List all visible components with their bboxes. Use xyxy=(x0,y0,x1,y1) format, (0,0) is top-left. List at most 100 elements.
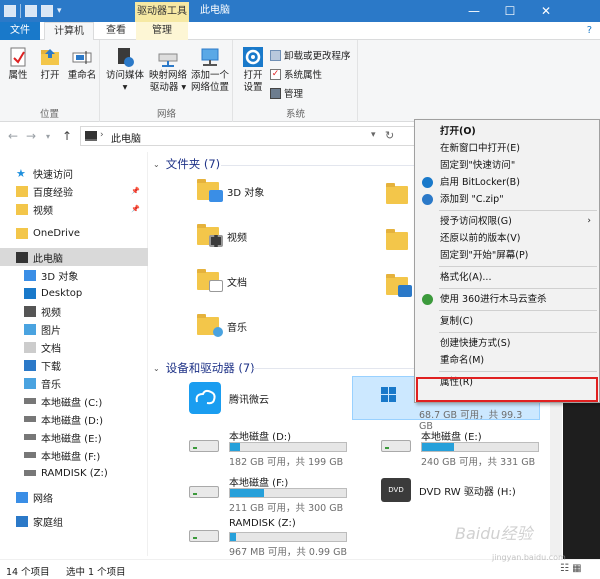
open-settings-button[interactable]: 打开 设置 xyxy=(238,46,268,94)
context-menu-item[interactable]: 固定到"快速访问" xyxy=(415,157,599,174)
drive-item-d[interactable]: 本地磁盘 (D:) 182 GB 可用，共 199 GB xyxy=(189,428,399,468)
uninstall-icon xyxy=(270,49,281,61)
context-menu-item[interactable]: 重命名(M) xyxy=(415,352,599,369)
add-network-location-button[interactable]: 添加一个 网络位置 xyxy=(189,46,231,94)
view-toggle-icons[interactable]: ☷ ▦ xyxy=(560,563,594,577)
sidebar-item[interactable]: ★ 快速访问 xyxy=(0,164,148,182)
sidebar-item[interactable]: 家庭组 xyxy=(0,512,148,530)
sidebar-item[interactable]: 百度经验 📌 xyxy=(0,182,148,200)
desktop-folder-icon[interactable] xyxy=(386,183,408,204)
sidebar-item-label: 百度经验 xyxy=(33,187,73,199)
sidebar-item-label: 图片 xyxy=(41,325,61,337)
minimize-button[interactable]: — xyxy=(456,0,492,22)
sidebar-item[interactable]: RAMDISK (Z:) xyxy=(0,464,148,482)
breadcrumb[interactable]: 此电脑 xyxy=(111,130,141,145)
sidebar-item[interactable]: 此电脑 xyxy=(0,248,148,266)
pictures-folder-icon[interactable] xyxy=(386,229,408,250)
folders-section-header[interactable]: ⌄ 文件夹 (7) xyxy=(153,156,220,172)
sidebar-item[interactable]: 图片 xyxy=(0,320,148,338)
tencent-weiyun-label: 腾讯微云 xyxy=(229,394,269,406)
close-button[interactable]: ✕ xyxy=(528,0,564,22)
devices-section-header[interactable]: ⌄ 设备和驱动器 (7) xyxy=(153,360,255,376)
sidebar-item[interactable]: 网络 xyxy=(0,488,148,506)
context-menu-item[interactable]: 添加到 "C.zip" xyxy=(415,191,599,208)
up-arrow-icon[interactable]: ↑ xyxy=(62,129,72,143)
access-media-button[interactable]: 访问媒体 ▾ xyxy=(105,46,145,94)
sidebar-item[interactable]: 3D 对象 xyxy=(0,266,148,284)
system-properties-button[interactable]: ✓ 系统属性 xyxy=(270,67,322,81)
tab-manage[interactable]: 管理 xyxy=(136,22,188,40)
tab-file[interactable]: 文件 xyxy=(0,22,40,40)
context-menu-item[interactable]: 复制(C) xyxy=(415,313,599,330)
downloads-folder-icon[interactable] xyxy=(386,274,412,297)
sidebar-item[interactable]: 本地磁盘 (E:) xyxy=(0,428,148,446)
forward-arrow-icon[interactable]: → xyxy=(26,129,36,143)
address-dropdown-icon[interactable]: ▾ xyxy=(371,130,376,140)
tab-computer[interactable]: 计算机 xyxy=(44,22,94,41)
menu-separator xyxy=(439,210,597,211)
new-folder-quick-icon[interactable] xyxy=(25,5,37,17)
sidebar-item[interactable]: 视频 📌 xyxy=(0,200,148,218)
sidebar-item[interactable]: OneDrive xyxy=(0,224,148,242)
drive-usage-bar xyxy=(229,488,347,498)
drive-item-z[interactable]: RAMDISK (Z:) 967 MB 可用，共 0.99 GB xyxy=(189,518,399,558)
context-menu-item[interactable]: 格式化(A)... xyxy=(415,269,599,286)
tencent-weiyun-item[interactable]: 腾讯微云 xyxy=(189,382,269,414)
qat-dropdown-icon[interactable]: ▾ xyxy=(57,6,62,16)
rename-button[interactable]: 重命名 xyxy=(66,46,98,82)
drive-item-f[interactable]: 本地磁盘 (F:) 211 GB 可用，共 300 GB xyxy=(189,474,399,514)
folder-item-music[interactable]: 音乐 xyxy=(197,314,247,337)
map-network-drive-button[interactable]: 映射网络 驱动器 ▾ xyxy=(147,46,189,94)
properties-quick-icon[interactable] xyxy=(4,5,16,17)
breadcrumb-chevron-icon[interactable]: › xyxy=(100,130,104,140)
manage-button[interactable]: 管理 xyxy=(270,86,303,100)
documents-icon xyxy=(24,341,36,353)
sidebar-item[interactable]: 文档 xyxy=(0,338,148,356)
context-menu-item[interactable]: 启用 BitLocker(B) xyxy=(415,174,599,191)
sidebar-item[interactable]: 视频 xyxy=(0,302,148,320)
baidu-watermark-logo: Baidu经验 xyxy=(455,524,533,543)
dvd-drive-label: DVD RW 驱动器 (H:) xyxy=(419,486,516,498)
open-button[interactable]: 打开 xyxy=(36,46,64,82)
drive-free-space: 240 GB 可用，共 331 GB xyxy=(421,457,536,468)
windows-logo-icon xyxy=(381,387,396,402)
recent-locations-chevron-icon[interactable]: ▾ xyxy=(46,132,50,141)
folder-item-videos[interactable]: 视频 xyxy=(197,224,247,247)
tab-view[interactable]: 查看 xyxy=(96,22,136,40)
context-menu-item[interactable]: 打开(O) xyxy=(415,123,599,140)
collapse-chevron-icon[interactable]: ⌄ xyxy=(153,364,160,373)
properties-button[interactable]: 属性 xyxy=(4,46,32,82)
back-arrow-icon[interactable]: ← xyxy=(8,129,18,143)
address-bar[interactable]: › 此电脑 ▾ ↻ xyxy=(80,126,416,146)
sidebar-item[interactable]: 本地磁盘 (F:) xyxy=(0,446,148,464)
ribbon: 属性 打开 重命名 位置 访问媒体 ▾ 映射网络 驱动器 ▾ 添加一个 网络位置… xyxy=(0,40,600,122)
sidebar-item[interactable]: 本地磁盘 (C:) xyxy=(0,392,148,410)
context-menu-item[interactable]: 还原以前的版本(V) xyxy=(415,230,599,247)
collapse-chevron-icon[interactable]: ⌄ xyxy=(153,160,160,169)
sidebar-item[interactable]: 下载 xyxy=(0,356,148,374)
menu-separator xyxy=(439,266,597,267)
uninstall-program-button[interactable]: 卸载或更改程序 xyxy=(270,48,351,62)
sidebar-item[interactable]: Desktop xyxy=(0,284,148,302)
refresh-icon[interactable]: ↻ xyxy=(385,129,394,142)
sidebar-item[interactable]: 音乐 xyxy=(0,374,148,392)
sidebar-item[interactable]: 本地磁盘 (D:) xyxy=(0,410,148,428)
help-icon[interactable]: ? xyxy=(587,25,592,36)
folder-item-3d-objects[interactable]: 3D 对象 xyxy=(197,179,264,202)
context-menu-label: 授予访问权限(G) xyxy=(440,216,512,227)
context-menu-item[interactable]: 在新窗口中打开(E) xyxy=(415,140,599,157)
maximize-button[interactable]: ☐ xyxy=(492,0,528,22)
dvd-drive-item[interactable]: DVD DVD RW 驱动器 (H:) xyxy=(381,478,516,502)
ribbon-group-system: 打开 设置 卸载或更改程序 ✓ 系统属性 管理 系统 xyxy=(234,40,358,122)
folder-item-documents[interactable]: 文档 xyxy=(197,269,247,292)
drive-name: RAMDISK (Z:) xyxy=(229,518,296,529)
context-menu-item[interactable]: 授予访问权限(G) › xyxy=(415,213,599,230)
computer-icon xyxy=(85,131,97,141)
pin-icon[interactable]: 📌 xyxy=(131,205,140,213)
context-menu-item[interactable]: 固定到"开始"屏幕(P) xyxy=(415,247,599,264)
documents-folder-icon xyxy=(197,269,223,292)
document-quick-icon[interactable] xyxy=(41,5,53,17)
context-menu-item[interactable]: 使用 360进行木马云查杀 xyxy=(415,291,599,308)
context-menu-item[interactable]: 创建快捷方式(S) xyxy=(415,335,599,352)
pin-icon[interactable]: 📌 xyxy=(131,187,140,195)
